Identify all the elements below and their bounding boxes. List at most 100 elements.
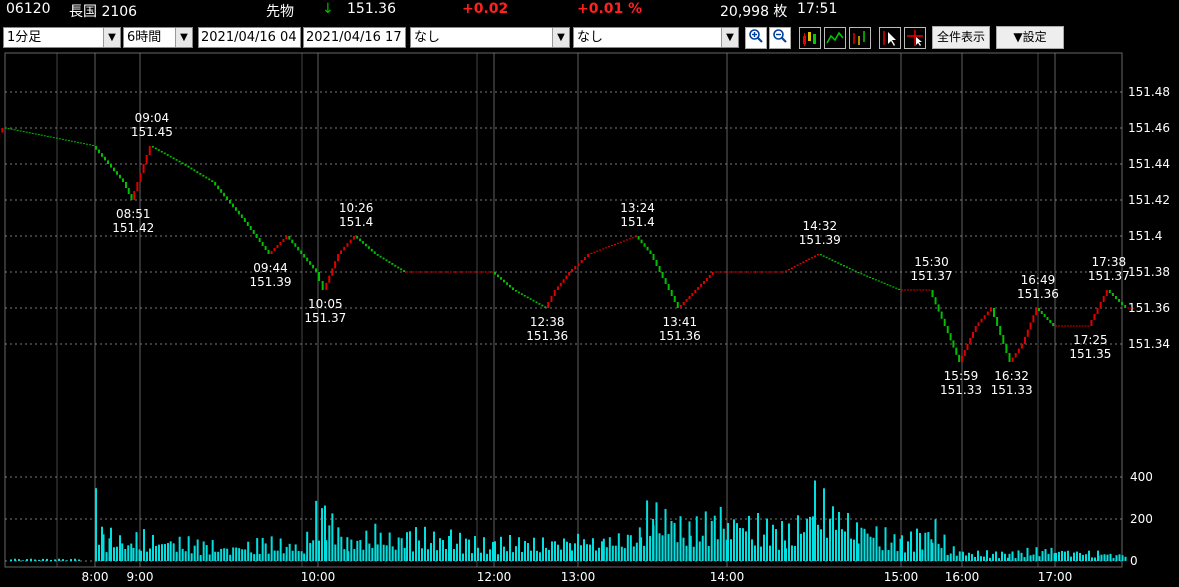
volume-bar [943,534,946,561]
price-candle [898,288,901,290]
volume-bar [430,543,432,561]
price-candle [199,173,202,175]
volume-bar [937,543,940,561]
price-candle [889,285,892,287]
volume-bar [38,559,40,561]
volume-bar [1115,555,1118,561]
price-candle [382,257,385,260]
volume-bar [149,548,151,561]
price-candle [574,266,577,269]
volume-bar [161,544,163,561]
price-candle [181,162,184,164]
price-candle [577,263,580,266]
price-candle [1035,308,1038,316]
show-all-button[interactable]: 全件表示 [932,26,990,49]
volume-bar [595,550,597,561]
date-from-field[interactable]: 2021/04/16 04 [198,27,301,48]
zoom-in-button[interactable] [745,27,767,49]
price-candle [113,167,115,172]
volume-bar [655,502,658,561]
price-candle [95,146,97,150]
price-candle [977,322,980,326]
price-candle [999,326,1002,335]
price-candle [538,303,541,305]
price-candle [148,146,151,155]
candlestick-chart-button[interactable] [799,27,821,49]
volume-bar [202,541,205,561]
price-candle [874,279,877,281]
settings-button[interactable]: ▼設定 [996,26,1064,49]
crosshair-tool-button[interactable] [904,27,926,49]
price-candle [205,176,208,179]
volume-bar [557,544,559,561]
price-candle [515,290,517,292]
volume-bar [679,516,682,561]
volume-bar [418,540,420,561]
price-candle [122,178,124,182]
price-candle [306,257,309,262]
price-candle [863,274,866,276]
price-candle [291,239,294,244]
volume-bar [893,534,896,561]
price-candle [184,164,187,166]
volume-bar [809,516,811,561]
volume-bar [695,516,698,561]
volume-bar [116,546,118,561]
volume-bar [775,529,777,561]
price-candle [494,272,496,275]
price-candle [583,257,586,260]
line-chart-button[interactable] [824,27,846,49]
volume-bar [74,558,76,561]
volume-bar [1097,555,1100,561]
volume-bar [436,550,438,561]
price-candle [946,326,949,334]
volume-bar [258,553,261,561]
indicator1-select[interactable]: なし ▼ [410,27,570,48]
volume-bar [480,552,482,561]
volume-bar [569,543,571,561]
volume-bar [748,515,750,561]
price-axis-label: 151.44 [1128,157,1170,171]
price-candle [349,239,352,244]
volume-bar [1017,550,1020,561]
volume-bar [689,535,692,561]
volume-bar [403,547,406,561]
price-candle [816,254,819,256]
span-select[interactable]: 6時間 ▼ [123,27,193,48]
price-candle [587,254,590,257]
volume-bar [1091,557,1093,561]
interval-select[interactable]: 1分足 ▼ [3,27,121,48]
price-candle [790,267,793,269]
date-to-field[interactable]: 2021/04/16 17 [303,27,406,48]
volume-bar [267,553,270,561]
price-candle [249,226,252,230]
price-candle [1111,293,1114,296]
price-candle [98,149,100,154]
volume-bar [881,550,884,561]
price-candle [828,258,831,260]
price-candle [520,293,523,295]
price-candle [288,236,291,240]
price-candle [622,240,625,242]
price-candle [506,282,508,285]
price-candle [285,236,288,239]
volume-bar [350,539,353,561]
price-candle [267,250,270,254]
volume-bar [602,538,605,561]
price-candle [955,347,958,355]
cursor-tool-button[interactable] [879,27,901,49]
price-candle [535,301,538,304]
volume-bar [113,547,115,561]
volume-bar [730,539,732,561]
indicator2-select[interactable]: なし ▼ [573,27,739,48]
line-chart-icon [826,31,844,44]
volume-bar [907,541,909,561]
volume-bar [331,513,334,561]
price-candle [1,128,4,133]
price-candle [834,260,837,263]
bar-chart-button[interactable] [849,27,871,49]
price-candle [328,275,331,283]
price-candle [664,278,667,284]
zoom-out-button[interactable] [769,27,791,49]
volume-bar [427,549,429,561]
